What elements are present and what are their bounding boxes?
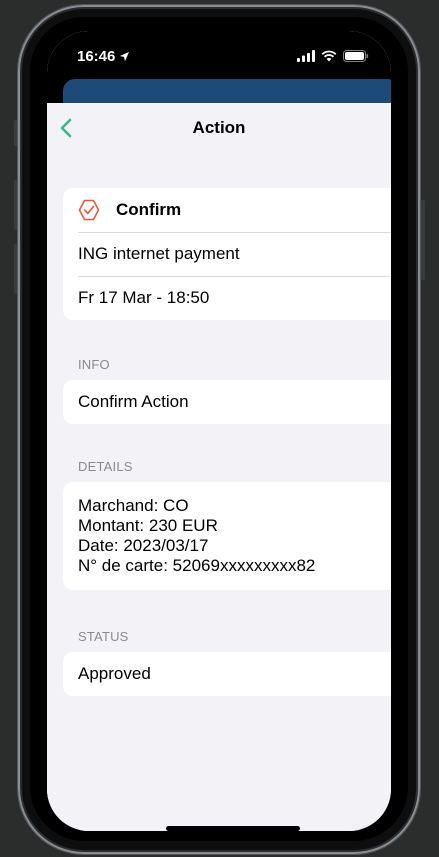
action-card: Confirm ING internet payment Fr 17 Mar -… (63, 188, 391, 320)
info-section-label: INFO (78, 357, 110, 372)
signal-icon (297, 50, 315, 62)
details-section-label: DETAILS (78, 459, 133, 474)
info-card: Confirm Action (63, 380, 391, 424)
navigation-bar: Action (47, 103, 391, 153)
info-value: Confirm Action (78, 392, 189, 411)
action-sheet: Action Confirm ING internet payment Fr 1… (47, 103, 391, 831)
chevron-left-icon[interactable] (57, 117, 77, 139)
location-arrow-icon (120, 51, 130, 62)
background-app-strip (63, 79, 391, 103)
status-time-label: 16:46 (77, 48, 116, 65)
detail-date: Date: 2023/03/17 (78, 536, 209, 555)
action-description: ING internet payment (78, 244, 240, 263)
phone-bezel: 16:46 Action Confirm ING internet paymen… (30, 17, 408, 841)
info-row: Confirm Action (63, 380, 391, 424)
notch (127, 31, 311, 61)
status-row: Approved (63, 652, 391, 696)
action-description-row: ING internet payment (63, 232, 391, 276)
action-title: Confirm (116, 200, 182, 219)
home-indicator[interactable] (166, 826, 300, 831)
detail-merchant: Marchand: CO (78, 496, 189, 515)
wifi-icon (321, 50, 337, 62)
screen: 16:46 Action Confirm ING internet paymen… (47, 31, 391, 831)
status-value: Approved (78, 664, 151, 683)
status-time: 16:46 (77, 48, 130, 65)
power-button (421, 200, 425, 280)
action-title-row: Confirm (63, 188, 391, 232)
status-card: Approved (63, 652, 391, 696)
confirm-check-icon (78, 199, 100, 221)
details-text: Marchand: CO Montant: 230 EUR Date: 2023… (63, 482, 391, 590)
battery-icon (343, 50, 369, 62)
detail-card-number: N° de carte: 52069xxxxxxxxx82 (78, 556, 316, 575)
page-title: Action (192, 118, 246, 137)
action-datetime: Fr 17 Mar - 18:50 (78, 288, 210, 307)
details-card: Marchand: CO Montant: 230 EUR Date: 2023… (63, 482, 391, 590)
action-datetime-row: Fr 17 Mar - 18:50 (63, 276, 391, 320)
status-section-label: STATUS (78, 629, 129, 644)
status-indicators (297, 50, 369, 62)
detail-amount: Montant: 230 EUR (78, 516, 218, 535)
